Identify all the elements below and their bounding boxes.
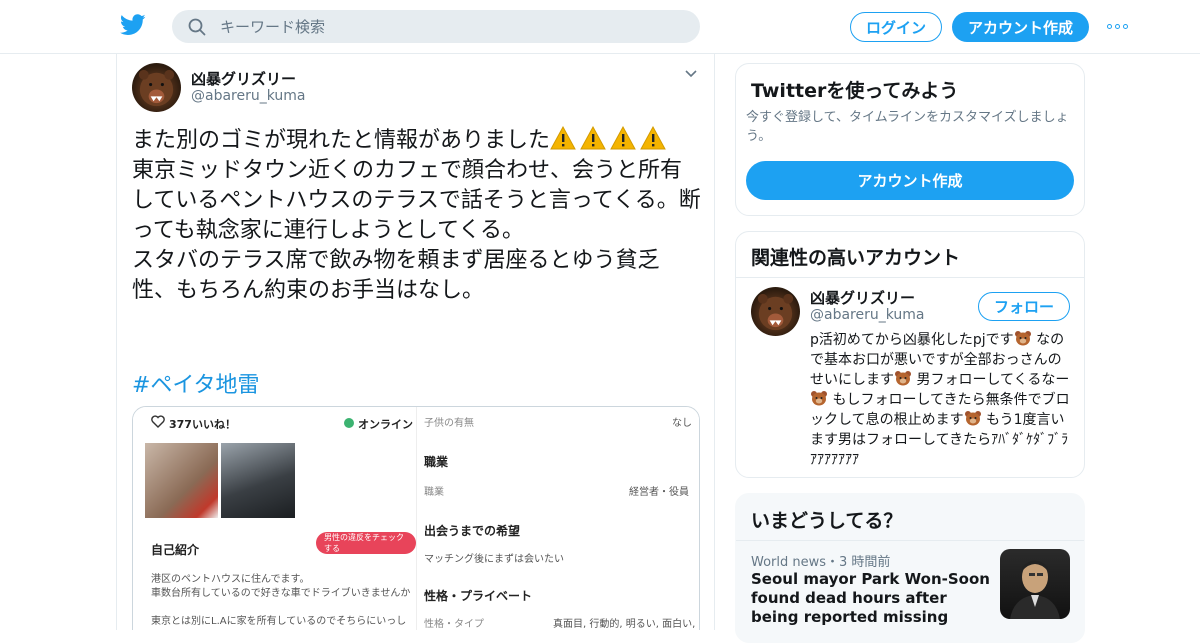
avatar[interactable] [132,63,181,112]
news-thumbnail[interactable] [1000,549,1070,619]
tweet-author-handle[interactable]: @abareru_kuma [191,88,306,104]
bio-part-3: 男フォローしてくるなー [912,372,1070,388]
profile-photo-2 [221,443,295,518]
online-status: オンライン [358,418,413,431]
violation-badge: 男性の違反をチェックする [316,532,416,554]
login-button[interactable]: ログイン [850,12,942,42]
bear-emoji-icon [964,411,981,426]
related-avatar[interactable] [751,287,800,336]
bear-emoji-icon [895,371,911,386]
meet-heading: 出会うまでの希望 [424,524,521,538]
heart-icon [151,415,165,428]
personality-value: 真面目, 行動的, 明るい, 面白い, [553,619,696,630]
likes-count: 377いいね！ [169,418,236,431]
news-headline[interactable]: Seoul mayor Park Won-Soon found dead hou… [751,570,996,627]
whats-happening-card: いまどうしてる？ World news・3 時間前 Seoul mayor Pa… [735,493,1085,643]
top-bar: キーワード検索 ログイン アカウント作成 [0,0,1200,54]
news-meta: World news・3 時間前 [751,555,891,570]
tweet-line1: また別のゴミが現れたと情報がありました [132,128,551,153]
signup-card: Twitterを使ってみよう 今すぐ登録して、タイムラインをカスタマイズしましょ… [735,63,1085,216]
signup-card-title: Twitterを使ってみよう [751,80,959,102]
job-label: 職業 [424,487,444,498]
tweet-author-name[interactable]: 凶暴グリズリー [191,68,296,89]
search-input[interactable]: キーワード検索 [220,16,325,37]
intro-text-1: 港区のペントハウスに住んでます。 [151,574,310,585]
search-bar[interactable]: キーワード検索 [172,10,700,43]
signup-card-button[interactable]: アカウント作成 [746,161,1074,200]
warning-icon [580,126,606,150]
related-account-name[interactable]: 凶暴グリズリー [810,287,915,308]
self-intro-heading: 自己紹介 [151,543,200,557]
intro-text-3: 東京とは別にL.Aに家を所有しているのでそちらにいっしょ [151,616,407,627]
children-value: なし [672,418,692,429]
hashtag-link[interactable]: #ペイタ地雷 [132,367,260,399]
job-value: 経営者・役員 [629,487,689,498]
signup-card-desc: 今すぐ登録して、タイムラインをカスタマイズしましょう。 [746,110,1069,144]
media-profile-right: 子供の有無 なし 職業 職業 経営者・役員 出会うまでの希望 マッチング後にまず… [416,407,699,630]
bear-emoji-icon [811,391,827,406]
tweet-text: また別のゴミが現れたと情報がありました 東京ミッドタウン近くのカフェで顔合わせ、… [132,126,702,306]
bear-emoji-icon [1014,331,1031,346]
online-dot [344,418,354,428]
related-card-title: 関連性の高いアカウント [751,247,961,269]
children-label: 子供の有無 [424,418,474,429]
twitter-logo-icon[interactable] [120,14,146,36]
personality-label: 性格・タイプ [424,619,484,630]
intro-text-2: 車数台所有しているので好きな車でドライブいきませんか [151,588,411,599]
related-accounts-card: 関連性の高いアカウント 凶暴グリズリー @abareru_kuma フォロー p… [735,231,1085,478]
job-heading: 職業 [424,455,449,469]
tweet: 凶暴グリズリー @abareru_kuma また別のゴミが現れたと情報がありまし… [116,54,715,630]
tweet-media[interactable]: 377いいね！ オンライン 自己紹介 男性の違反をチェックする 港区のペントハウ… [132,406,700,630]
search-icon [188,18,206,35]
follow-button[interactable]: フォロー [978,292,1070,321]
media-profile-left: 377いいね！ オンライン 自己紹介 男性の違反をチェックする 港区のペントハウ… [133,407,416,630]
whats-happening-title: いまどうしてる？ [751,510,903,532]
tweet-body: 東京ミッドタウン近くのカフェで顔合わせ、会うと所有しているペントハウスのテラスで… [132,158,701,303]
warning-icon [640,126,666,150]
related-account-bio: p活初めてから凶暴化したpjです なので基本お口が悪いですが全部おっさんのせいに… [810,330,1072,470]
more-options-icon[interactable] [1107,20,1131,32]
warning-icon [550,126,576,150]
personality-heading: 性格・プライベート [424,589,533,603]
signup-button[interactable]: アカウント作成 [952,12,1089,42]
divider [736,277,1084,278]
chevron-down-icon[interactable] [685,70,697,78]
bio-part-1: p活初めてから凶暴化したpjです [810,332,1014,348]
divider [736,540,1084,541]
warning-icon [610,126,636,150]
meet-value: マッチング後にまずは会いたい [424,554,564,565]
profile-photo-1 [145,443,218,518]
related-account-handle[interactable]: @abareru_kuma [810,307,925,323]
